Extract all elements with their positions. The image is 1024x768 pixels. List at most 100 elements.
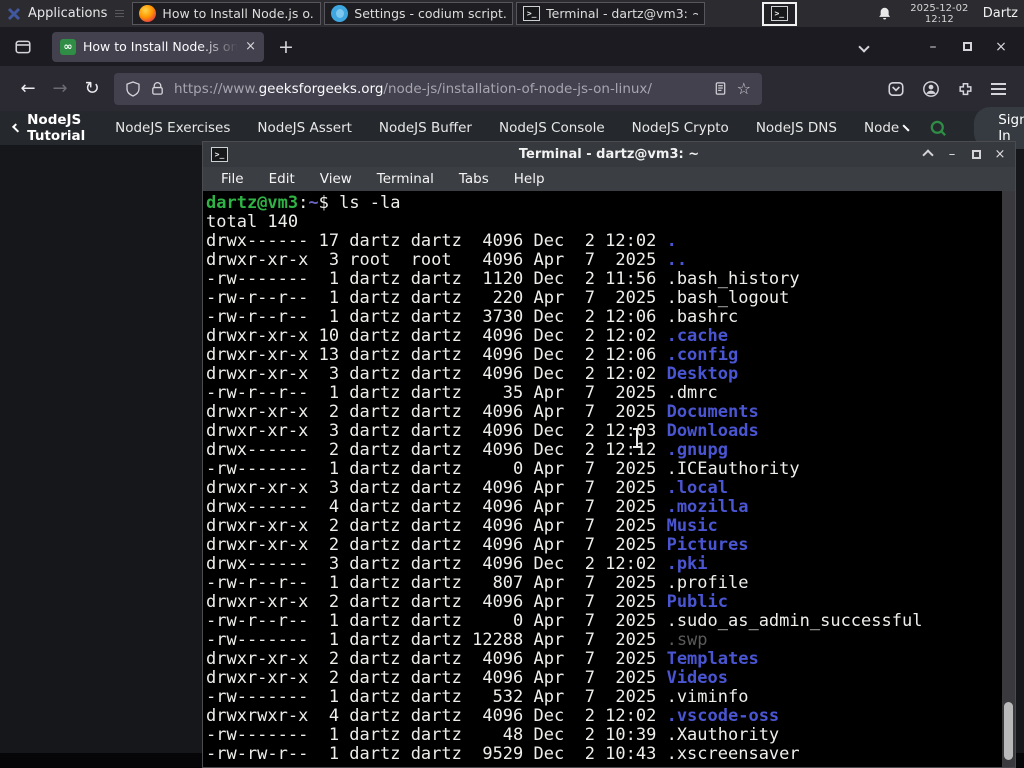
lock-icon[interactable]	[150, 81, 165, 96]
terminal-listing-line: drwxr-xr-x 2 dartz dartz 4096 Apr 7 2025…	[206, 516, 718, 536]
terminal-listing-line: -rw-r--r-- 1 dartz dartz 0 Apr 7 2025 .s…	[206, 611, 923, 631]
back-button[interactable]: ←	[12, 78, 44, 99]
chevron-up-icon	[922, 148, 934, 161]
terminal-listing-line: drwxr-xr-x 2 dartz dartz 4096 Apr 7 2025…	[206, 535, 749, 555]
menu-item-file[interactable]: File	[221, 171, 244, 187]
tab-list-chevron-icon[interactable]	[858, 40, 870, 53]
firefox-icon	[139, 5, 157, 22]
terminal-listing-line: -rw------- 1 dartz dartz 1120 Dec 2 11:5…	[206, 269, 800, 289]
terminal-listing-line: -rw-r--r-- 1 dartz dartz 35 Apr 7 2025 .…	[206, 383, 718, 403]
gfg-favicon-icon: ∞	[60, 38, 76, 55]
menu-item-help[interactable]: Help	[514, 171, 545, 187]
reader-mode-icon[interactable]	[713, 81, 728, 96]
applications-icon	[7, 7, 21, 20]
terminal-listing-line: -rw------- 1 dartz dartz 0 Apr 7 2025 .I…	[206, 459, 800, 479]
panel-handle	[115, 10, 125, 17]
terminal-icon: >_	[770, 6, 788, 21]
task-button-terminal[interactable]: >_ Terminal - dartz@vm3: ~	[516, 2, 705, 25]
terminal-listing-line: drwxr-xr-x 2 dartz dartz 4096 Apr 7 2025…	[206, 668, 728, 688]
terminal-prompt-line: dartz@vm3:~$ ls -la	[206, 193, 401, 213]
url-domain: geeksforgeeks.org	[258, 80, 384, 97]
notification-bell-icon[interactable]	[877, 6, 892, 22]
tab-bar: ∞ How to Install Node.js on × + – ×	[0, 27, 1024, 66]
clock-date: 2025-12-02	[910, 2, 969, 14]
task-button-vscodium[interactable]: Settings - codium script...	[324, 2, 514, 25]
terminal-titlebar[interactable]: >_ Terminal - dartz@vm3: ~ – ×	[203, 142, 1015, 167]
terminal-listing-line: -rw------- 1 dartz dartz 48 Dec 2 10:39 …	[206, 725, 780, 745]
window-close-button[interactable]: ×	[984, 39, 1018, 55]
mouse-cursor-ibeam	[632, 428, 642, 448]
account-icon[interactable]	[922, 80, 940, 98]
nav-item-exercises[interactable]: NodeJS Exercises	[115, 120, 230, 136]
chevron-left-icon	[11, 123, 22, 133]
terminal-scrollbar[interactable]	[1002, 191, 1015, 767]
desktop: Applications How to Install Node.js o...…	[0, 0, 1024, 768]
shield-icon[interactable]	[125, 80, 141, 97]
terminal-close-button[interactable]: ×	[993, 147, 1007, 162]
nav-item-dns[interactable]: NodeJS DNS	[756, 120, 837, 136]
top-panel: Applications How to Install Node.js o...…	[0, 0, 1024, 27]
browser-tab[interactable]: ∞ How to Install Node.js on ×	[52, 31, 264, 62]
new-tab-button[interactable]: +	[278, 36, 294, 58]
search-button[interactable]	[929, 119, 948, 138]
terminal-listing-line: drwxr-xr-x 2 dartz dartz 4096 Apr 7 2025…	[206, 402, 759, 422]
url-text: https://www.geeksforgeeks.org/node-js/in…	[174, 81, 652, 97]
menu-item-tabs[interactable]: Tabs	[459, 171, 489, 187]
url-scheme: https://www.	[174, 80, 259, 97]
window-maximize-button[interactable]	[950, 39, 984, 55]
terminal-listing-line: -rw-r--r-- 1 dartz dartz 807 Apr 7 2025 …	[206, 573, 749, 593]
firefox-view-icon	[15, 40, 31, 53]
terminal-listing-line: drwxr-xr-x 3 dartz dartz 4096 Dec 2 12:0…	[206, 421, 759, 441]
terminal-total-line: total 140	[206, 212, 299, 232]
bookmark-star-icon[interactable]: ☆	[737, 79, 751, 98]
terminal-listing-line: drwxr-xr-x 10 dartz dartz 4096 Dec 2 12:…	[206, 326, 728, 346]
nav-back-label: NodeJS Tutorial	[27, 112, 86, 144]
clock-time: 12:12	[924, 13, 954, 25]
nav-back-button[interactable]: NodeJS Tutorial	[11, 112, 88, 144]
maximize-icon	[962, 41, 972, 51]
terminal-listing-line: -rw------- 1 dartz dartz 12288 Apr 7 202…	[206, 630, 708, 650]
panel-user-label: Dartz	[982, 6, 1018, 21]
firefox-view-button[interactable]	[14, 38, 32, 56]
scrollbar-thumb[interactable]	[1004, 702, 1013, 760]
nav-item-console[interactable]: NodeJS Console	[499, 120, 605, 136]
terminal-listing-line: -rw-rw-r-- 1 dartz dartz 9529 Dec 2 10:4…	[206, 744, 800, 764]
terminal-listing-line: -rw------- 1 dartz dartz 532 Apr 7 2025 …	[206, 687, 749, 707]
terminal-listing-line: drwx------ 2 dartz dartz 4096 Dec 2 12:1…	[206, 440, 728, 460]
task-button-firefox[interactable]: How to Install Node.js o...	[132, 2, 322, 25]
nav-scroll-right-icon[interactable]	[902, 124, 910, 132]
browser-toolbar: ← → ↻ https://www.geeksforgeeks.org/node…	[0, 66, 1024, 111]
terminal-shade-button[interactable]	[921, 148, 935, 161]
url-bar[interactable]: https://www.geeksforgeeks.org/node-js/in…	[114, 72, 762, 105]
terminal-listing-line: drwxr-xr-x 3 root root 4096 Apr 7 2025 .…	[206, 250, 688, 270]
tab-close-icon[interactable]: ×	[245, 39, 256, 54]
vscodium-icon	[331, 5, 349, 22]
reload-button[interactable]: ↻	[76, 78, 108, 99]
nav-item-assert[interactable]: NodeJS Assert	[257, 120, 352, 136]
gfg-navbar: NodeJS Tutorial NodeJS Exercises NodeJS …	[0, 107, 1024, 149]
terminal-menubar: File Edit View Terminal Tabs Help	[203, 167, 1015, 191]
menu-hamburger-icon[interactable]	[991, 82, 1006, 95]
nav-item-buffer[interactable]: NodeJS Buffer	[379, 120, 472, 136]
menu-item-view[interactable]: View	[320, 171, 352, 187]
panel-clock[interactable]: 2025-12-02 12:12	[906, 3, 973, 25]
menu-item-edit[interactable]: Edit	[269, 171, 295, 187]
nav-item-crypto[interactable]: NodeJS Crypto	[632, 120, 729, 136]
terminal-title: Terminal - dartz@vm3: ~	[518, 147, 700, 162]
terminal-listing-line: drwxr-xr-x 13 dartz dartz 4096 Dec 2 12:…	[206, 345, 739, 365]
tab-title: How to Install Node.js on	[83, 39, 239, 54]
forward-button[interactable]: →	[44, 78, 76, 99]
maximize-icon	[971, 150, 981, 159]
pocket-icon[interactable]	[887, 80, 905, 98]
terminal-minimize-button[interactable]: –	[945, 147, 959, 162]
extensions-icon[interactable]	[957, 80, 974, 97]
terminal-maximize-button[interactable]	[969, 150, 983, 159]
url-path: /node-js/installation-of-node-js-on-linu…	[383, 80, 652, 97]
menu-item-terminal[interactable]: Terminal	[377, 171, 434, 187]
task-button-label: Settings - codium script...	[354, 6, 507, 21]
window-minimize-button[interactable]: –	[916, 39, 950, 55]
tray-terminal-icon[interactable]: >_	[762, 1, 797, 26]
applications-button[interactable]: Applications	[0, 0, 115, 27]
terminal-output[interactable]: dartz@vm3:~$ ls -la total 140 drwx------ 1…	[204, 191, 1001, 767]
nav-item-node-truncated[interactable]: Node	[864, 120, 899, 136]
